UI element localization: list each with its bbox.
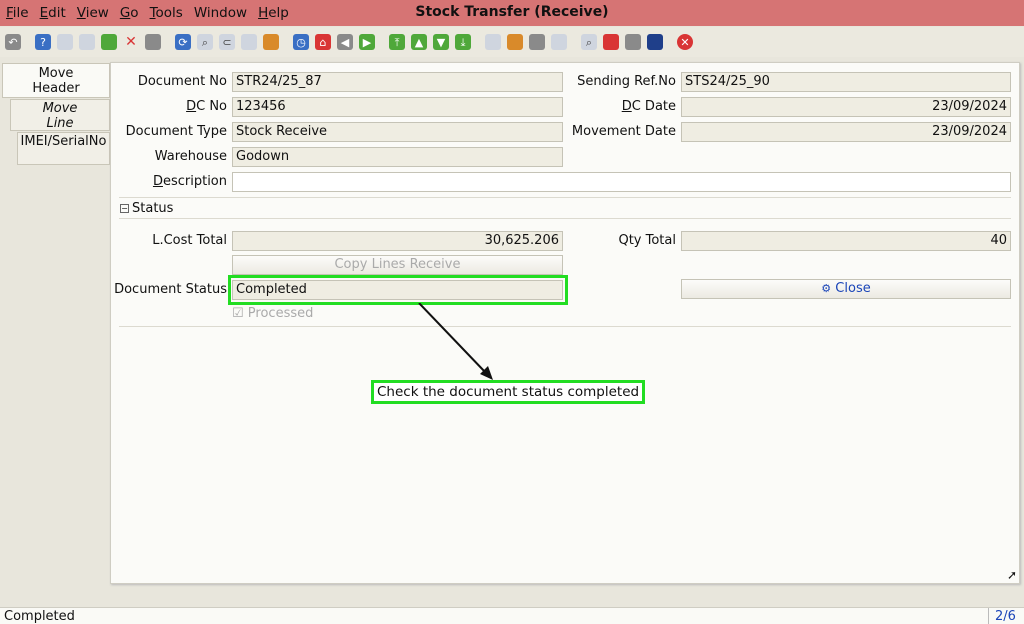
- exit-icon[interactable]: ✕: [677, 34, 693, 50]
- sending-ref-field[interactable]: STS24/25_90: [681, 72, 1011, 92]
- save-icon[interactable]: [145, 34, 161, 50]
- record-navigation[interactable]: 2/6: [988, 608, 1022, 624]
- new-icon[interactable]: [57, 34, 73, 50]
- chat-icon[interactable]: [241, 34, 257, 50]
- warehouse-field[interactable]: Godown: [232, 147, 563, 167]
- copy-icon[interactable]: [79, 34, 95, 50]
- sending-ref-label: Sending Ref.No: [577, 74, 676, 89]
- previous-record-icon[interactable]: ▲: [411, 34, 427, 50]
- menu-help[interactable]: Help: [258, 5, 289, 21]
- menu-go[interactable]: Go: [120, 5, 139, 21]
- movement-date-label: Movement Date: [571, 124, 676, 139]
- back-icon[interactable]: ◀: [337, 34, 353, 50]
- grid-toggle-icon[interactable]: [263, 34, 279, 50]
- product-info-icon[interactable]: [625, 34, 641, 50]
- gear-icon: ⚙: [821, 282, 832, 295]
- dc-no-field[interactable]: 123456: [232, 97, 563, 117]
- document-type-field[interactable]: Stock Receive: [232, 122, 563, 142]
- first-record-icon[interactable]: ⤒: [389, 34, 405, 50]
- title-bar: File Edit View Go Tools Window Help Stoc…: [0, 0, 1024, 26]
- active-workflows-icon[interactable]: [647, 34, 663, 50]
- save-new-icon[interactable]: [101, 34, 117, 50]
- menu-bar: File Edit View Go Tools Window Help: [0, 5, 300, 21]
- status-text: Completed: [4, 609, 75, 624]
- document-status-label: Document Status: [114, 282, 227, 297]
- print-preview-icon[interactable]: [551, 34, 567, 50]
- movement-date-field[interactable]: 23/09/2024: [681, 122, 1011, 142]
- menu-view[interactable]: View: [77, 5, 109, 21]
- status-bar: Completed 2/6: [0, 607, 1024, 624]
- dc-date-field[interactable]: 23/09/2024: [681, 97, 1011, 117]
- toolbar: ↶ ? ✕ ⟳ ⌕ ⊂ ◷ ⌂ ◀ ▶ ⤒ ▲ ▼ ⤓ ⌕ ✕: [0, 27, 1024, 57]
- divider: [119, 197, 1011, 198]
- dc-no-label: DC No: [186, 99, 227, 114]
- qty-total-label: Qty Total: [618, 233, 676, 248]
- cursor-icon: ➚: [1007, 568, 1018, 582]
- tab-imei-serialno[interactable]: IMEI/SerialNo: [17, 132, 110, 165]
- checkbox-icon: ☑: [232, 306, 244, 321]
- divider: [119, 326, 1011, 327]
- lcost-total-field: 30,625.206: [232, 231, 563, 251]
- annotation-arrow: [418, 303, 493, 380]
- print-icon[interactable]: [529, 34, 545, 50]
- undo-icon[interactable]: ↶: [5, 34, 21, 50]
- document-no-label: Document No: [137, 74, 227, 89]
- refresh-icon[interactable]: ⟳: [175, 34, 191, 50]
- menu-window[interactable]: Window: [194, 5, 247, 21]
- description-field[interactable]: [232, 172, 1011, 192]
- annotation-callout: Check the document status completed: [371, 380, 646, 404]
- home-icon[interactable]: ⌂: [315, 34, 331, 50]
- collapse-icon[interactable]: −: [120, 204, 129, 213]
- menu-tools[interactable]: Tools: [150, 5, 183, 21]
- description-label: Description: [152, 174, 227, 189]
- attachment-icon[interactable]: ⊂: [219, 34, 235, 50]
- copy-lines-receive-button[interactable]: Copy Lines Receive: [232, 255, 563, 275]
- document-no-field[interactable]: STR24/25_87: [232, 72, 563, 92]
- warehouse-label: Warehouse: [154, 149, 227, 164]
- lcost-total-label: L.Cost Total: [152, 233, 227, 248]
- form-panel: Document No STR24/25_87 Sending Ref.No S…: [110, 62, 1020, 584]
- workflow-icon[interactable]: [603, 34, 619, 50]
- zoom-across-icon[interactable]: ⌕: [581, 34, 597, 50]
- history-icon[interactable]: ◷: [293, 34, 309, 50]
- dc-date-label: DC Date: [621, 99, 676, 114]
- close-button[interactable]: ⚙ Close: [681, 279, 1011, 299]
- delete-icon[interactable]: ✕: [123, 34, 139, 50]
- last-record-icon[interactable]: ⤓: [455, 34, 471, 50]
- status-section-header[interactable]: − Status: [120, 201, 173, 216]
- archive-icon[interactable]: [507, 34, 523, 50]
- document-type-label: Document Type: [125, 124, 227, 139]
- find-icon[interactable]: ⌕: [197, 34, 213, 50]
- menu-edit[interactable]: Edit: [40, 5, 66, 21]
- highlight-box: [228, 275, 568, 305]
- forward-icon[interactable]: ▶: [359, 34, 375, 50]
- menu-file[interactable]: File: [6, 5, 29, 21]
- qty-total-field: 40: [681, 231, 1011, 251]
- next-record-icon[interactable]: ▼: [433, 34, 449, 50]
- help-icon[interactable]: ?: [35, 34, 51, 50]
- processed-checkbox[interactable]: ☑ Processed: [232, 306, 313, 321]
- tab-move-header[interactable]: Move Header: [2, 63, 110, 98]
- report-icon[interactable]: [485, 34, 501, 50]
- divider: [119, 218, 1011, 219]
- tab-move-line[interactable]: Move Line: [10, 99, 110, 131]
